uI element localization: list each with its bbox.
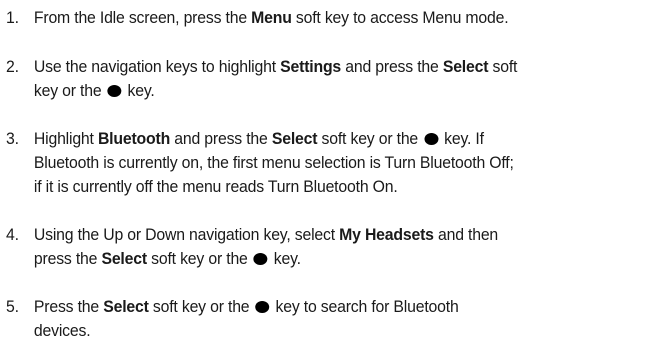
step-3: 3. Highlight Bluetooth and press the Sel…: [6, 127, 606, 199]
step-line: if it is currently off the menu reads Tu…: [34, 175, 606, 199]
step-number: 4.: [6, 225, 19, 244]
text-run: Bluetooth is currently on, the first men…: [33, 153, 514, 172]
step-line: Use the navigation keys to highlight Set…: [34, 55, 606, 79]
key-label: Select: [101, 249, 147, 268]
text-run: soft key or the: [146, 249, 252, 268]
step-5: 5. Press the Select soft key or the key …: [6, 295, 606, 343]
key-label: Menu: [251, 8, 292, 27]
key-label: Select: [271, 129, 318, 148]
step-line: Bluetooth is currently on, the first men…: [34, 151, 606, 175]
text-run: key or the: [33, 81, 106, 100]
text-run: Press the: [33, 297, 104, 316]
text-run: soft key to access Menu mode.: [291, 8, 509, 27]
text-run: soft key or the: [148, 297, 254, 316]
step-text: Highlight Bluetooth and press the Select…: [34, 127, 606, 199]
key-label: Select: [103, 297, 149, 316]
step-text: From the Idle screen, press the Menu sof…: [34, 6, 606, 30]
text-run: key. If: [439, 129, 484, 148]
text-run: key.: [269, 249, 301, 268]
text-run: and press the: [341, 57, 443, 76]
step-line: key or the key.: [34, 79, 606, 103]
text-run: Highlight: [33, 129, 98, 148]
text-run: if it is currently off the menu reads Tu…: [33, 177, 398, 196]
text-run: soft: [488, 57, 518, 76]
text-run: From the Idle screen, press the: [33, 8, 252, 27]
key-label: Select: [442, 57, 489, 76]
text-run: soft key or the: [317, 129, 423, 148]
key-label: My Headsets: [339, 225, 434, 244]
step-line: Press the Select soft key or the key to …: [34, 295, 606, 319]
text-run: devices.: [33, 321, 91, 340]
center-key-icon: [424, 133, 439, 145]
step-4: 4. Using the Up or Down navigation key, …: [6, 223, 606, 271]
step-line: From the Idle screen, press the Menu sof…: [34, 6, 606, 30]
text-run: Use the navigation keys to highlight: [33, 57, 281, 76]
step-line: Highlight Bluetooth and press the Select…: [34, 127, 606, 151]
step-number: 1.: [6, 8, 19, 27]
center-key-icon: [255, 301, 270, 313]
step-text: Using the Up or Down navigation key, sel…: [34, 223, 606, 271]
step-line: press the Select soft key or the key.: [34, 247, 606, 271]
text-run: and then: [433, 225, 499, 244]
step-text: Press the Select soft key or the key to …: [34, 295, 606, 343]
step-line: Using the Up or Down navigation key, sel…: [34, 223, 606, 247]
step-text: Use the navigation keys to highlight Set…: [34, 55, 606, 103]
center-key-icon: [253, 253, 268, 265]
instruction-page: 1. From the Idle screen, press the Menu …: [0, 0, 653, 356]
step-2: 2. Use the navigation keys to highlight …: [6, 55, 606, 103]
step-1: 1. From the Idle screen, press the Menu …: [6, 6, 606, 30]
key-label: Settings: [280, 57, 342, 76]
text-run: key to search for Bluetooth: [271, 297, 459, 316]
step-number: 5.: [6, 297, 19, 316]
step-number: 3.: [6, 129, 19, 148]
text-run: and press the: [170, 129, 272, 148]
text-run: key.: [123, 81, 155, 100]
key-label: Bluetooth: [97, 129, 171, 148]
text-run: press the: [33, 249, 102, 268]
step-line: devices.: [34, 319, 606, 343]
text-run: Using the Up or Down navigation key, sel…: [33, 225, 340, 244]
step-number: 2.: [6, 57, 19, 76]
center-key-icon: [107, 85, 122, 97]
